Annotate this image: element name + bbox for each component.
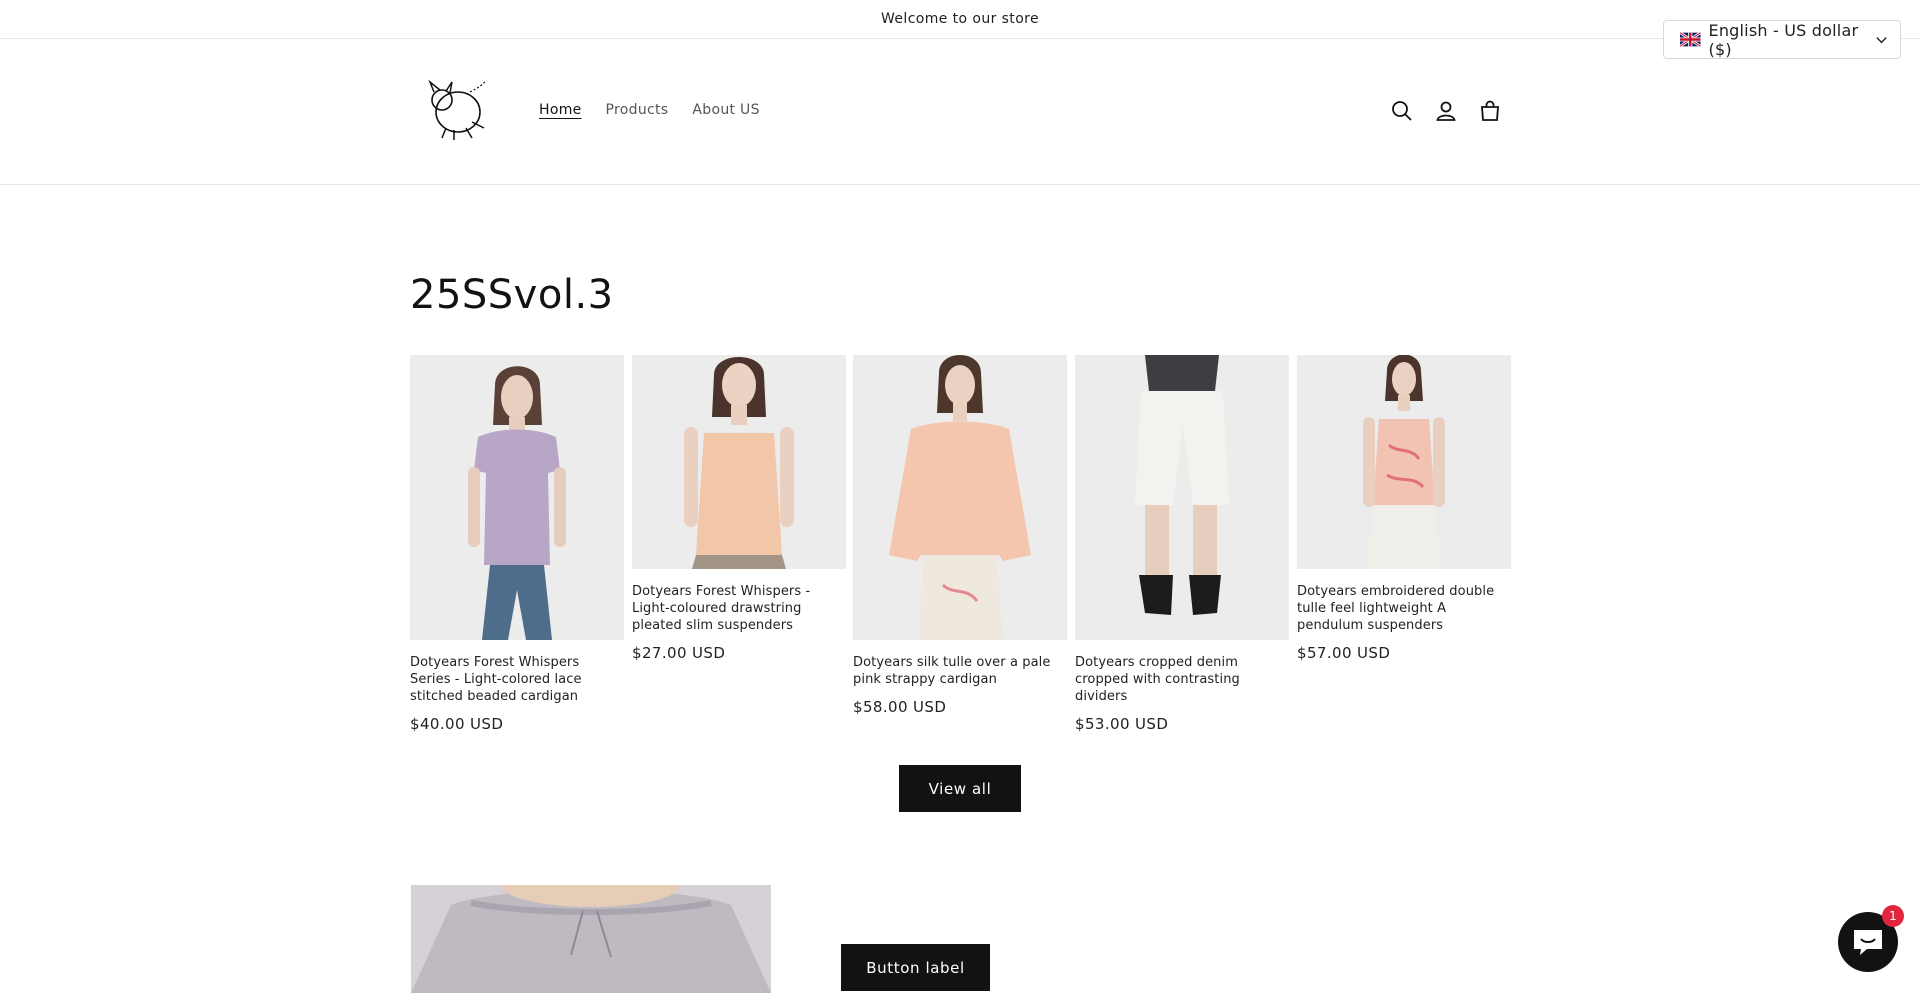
product-price: $40.00 USD [410,715,504,733]
product-image[interactable] [1297,355,1511,569]
chat-bubble-icon [1854,930,1882,955]
feature-image [411,885,771,993]
product-image[interactable] [853,355,1067,640]
nav-item-about-us[interactable]: About US [692,102,759,118]
announcement-text: Welcome to our store [880,11,1040,27]
site-header: Home Products About US [0,40,1920,185]
product-title[interactable]: Dotyears embroidered double tulle feel l… [1297,583,1511,634]
product-price: $27.00 USD [632,644,726,662]
view-all-button[interactable]: View all [899,765,1021,812]
nav-item-products[interactable]: Products [606,102,669,118]
product-card[interactable]: Dotyears embroidered double tulle feel l… [1297,355,1511,662]
announcement-bar: Welcome to our store [0,0,1920,39]
header-icons [1390,99,1502,123]
product-image[interactable] [410,355,624,640]
search-icon[interactable] [1390,99,1414,123]
store-logo[interactable] [420,78,490,142]
account-icon[interactable] [1434,99,1458,123]
cart-icon[interactable] [1478,99,1502,123]
product-title[interactable]: Dotyears Forest Whispers Series - Light-… [410,654,624,705]
product-image[interactable] [1075,355,1289,640]
product-price: $53.00 USD [1075,715,1169,733]
product-price: $57.00 USD [1297,644,1391,662]
product-card[interactable]: Dotyears silk tulle over a pale pink str… [853,355,1067,716]
product-title[interactable]: Dotyears cropped denim cropped with cont… [1075,654,1289,705]
product-title[interactable]: Dotyears silk tulle over a pale pink str… [853,654,1067,688]
product-title[interactable]: Dotyears Forest Whispers - Light-coloure… [632,583,846,634]
product-image[interactable] [632,355,846,569]
feature-button[interactable]: Button label [841,944,990,991]
product-price: $58.00 USD [853,698,947,716]
main-nav: Home Products About US [539,102,760,118]
chat-notification-badge: 1 [1882,905,1904,927]
product-card[interactable]: Dotyears Forest Whispers Series - Light-… [410,355,624,733]
product-card[interactable]: Dotyears cropped denim cropped with cont… [1075,355,1289,733]
collection-title: 25SSvol.3 [410,272,614,318]
product-card[interactable]: Dotyears Forest Whispers - Light-coloure… [632,355,846,662]
nav-item-home[interactable]: Home [539,102,582,118]
